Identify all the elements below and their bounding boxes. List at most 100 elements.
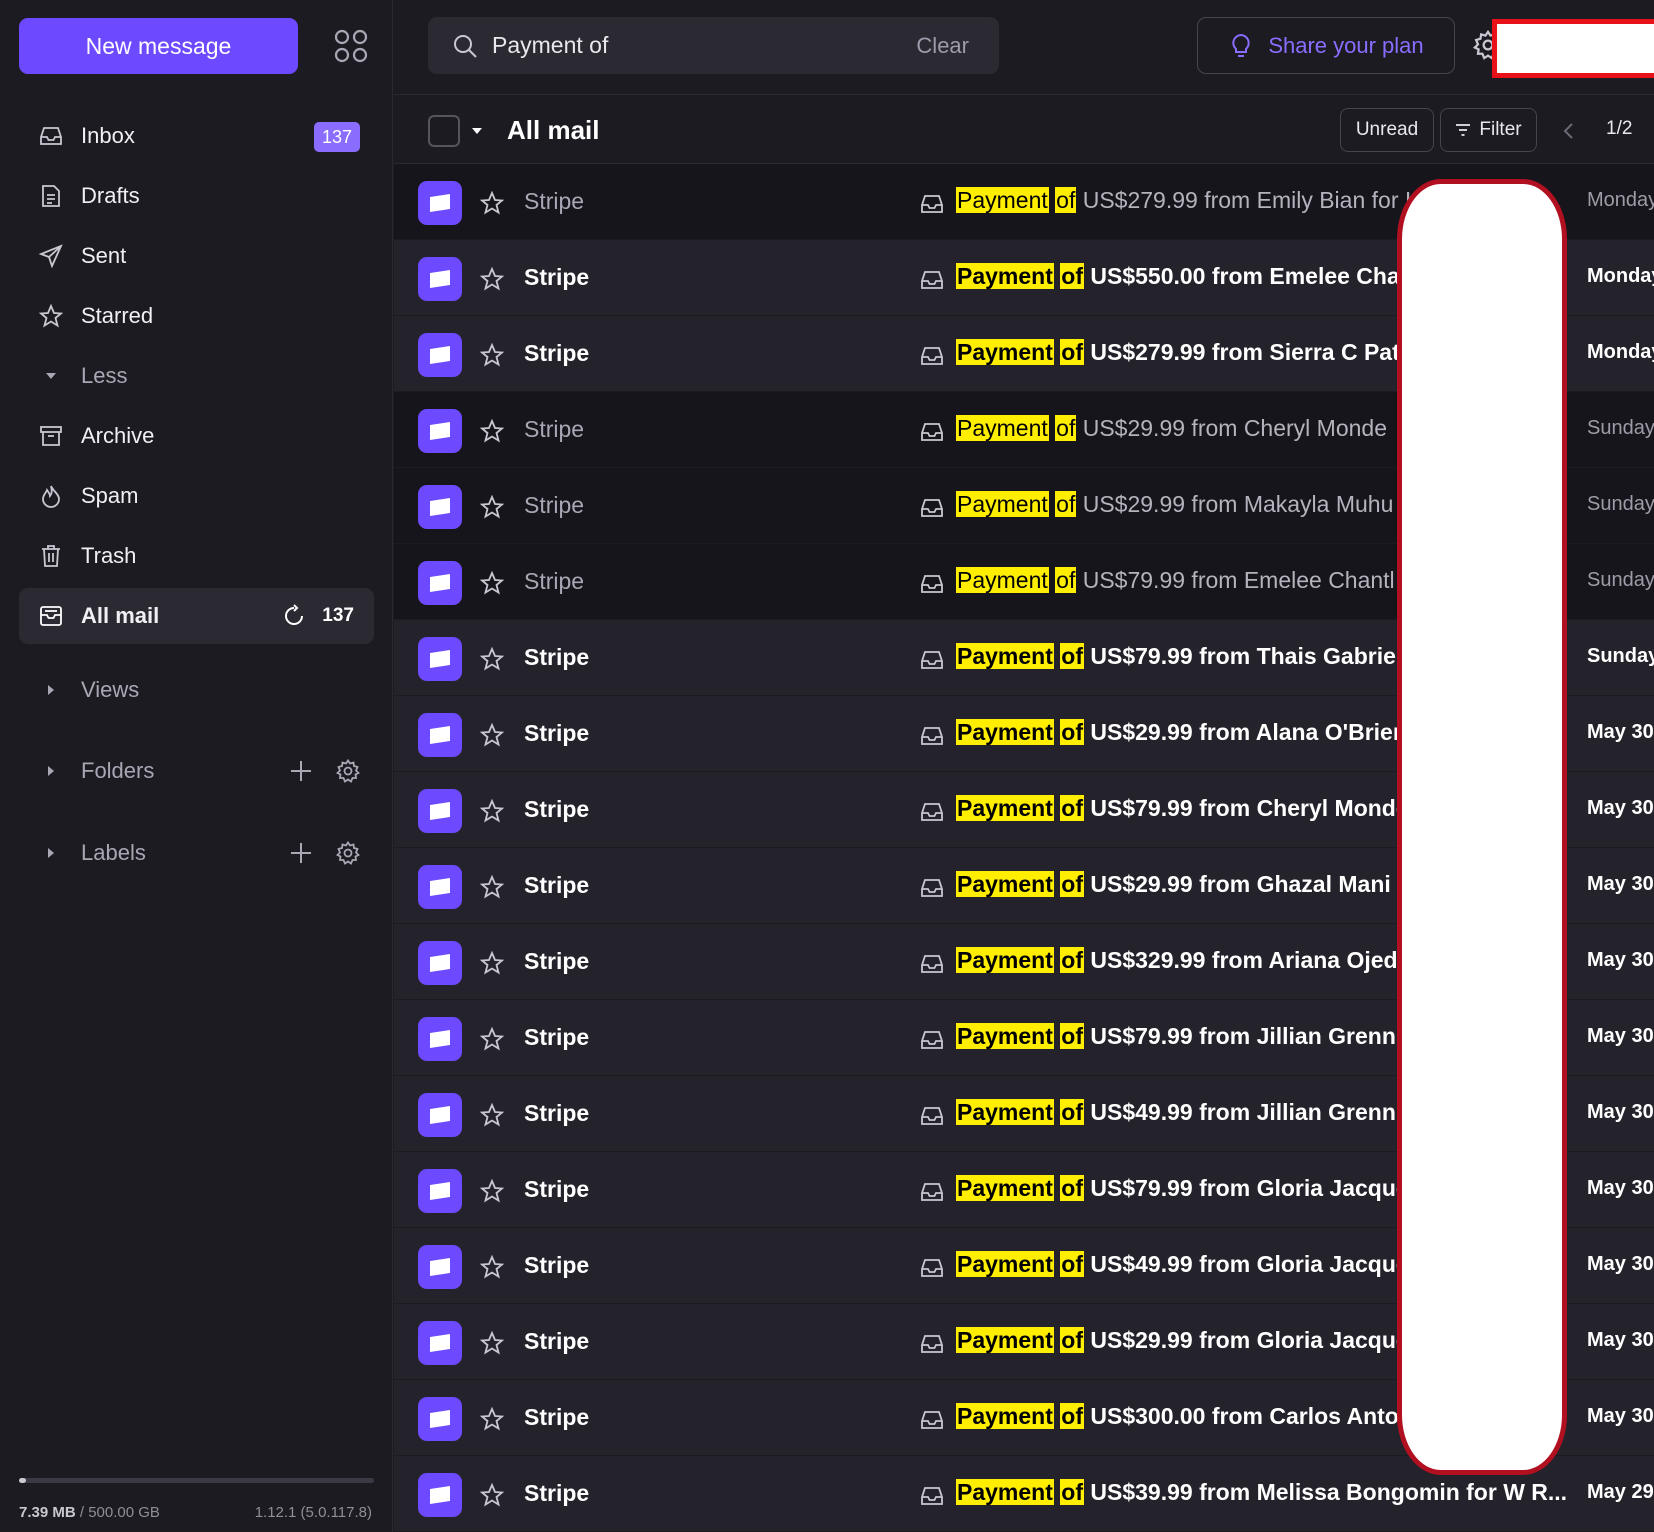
all-mail-count: 137	[322, 605, 354, 626]
list-toolbar: All mail Unread Filter 1/2	[394, 94, 1654, 164]
star-icon[interactable]	[480, 1103, 504, 1127]
app-version: 1.12.1 (5.0.117.8)	[254, 1504, 372, 1521]
all-mail-icon	[39, 604, 63, 628]
folder-settings-gear-icon[interactable]	[334, 757, 362, 785]
search-highlight: of	[1060, 1023, 1084, 1049]
star-icon[interactable]	[480, 1331, 504, 1355]
inbox-icon	[39, 124, 63, 148]
inbox-icon	[921, 347, 943, 365]
unread-filter-button[interactable]: Unread	[1340, 108, 1434, 152]
search-highlight: of	[1060, 1327, 1084, 1353]
star-icon[interactable]	[480, 723, 504, 747]
subject-text: US$29.99 from Ghazal Mani f	[1090, 871, 1405, 897]
inbox-icon	[921, 879, 943, 897]
star-icon[interactable]	[480, 419, 504, 443]
star-icon[interactable]	[480, 951, 504, 975]
add-label-icon[interactable]	[287, 839, 315, 867]
message-date: Sunday	[1587, 645, 1654, 667]
search-highlight: of	[1060, 871, 1084, 897]
message-date: May 30	[1587, 1329, 1654, 1351]
clear-search-button[interactable]: Clear	[916, 33, 969, 59]
search-highlight: of	[1060, 719, 1084, 745]
spam-icon	[39, 484, 63, 508]
inbox-icon	[921, 1107, 943, 1125]
new-message-button[interactable]: New message	[19, 18, 298, 74]
share-your-plan-button[interactable]: Share your plan	[1197, 17, 1455, 74]
search-highlight: of	[1060, 339, 1084, 365]
search-highlight: Payment	[956, 1175, 1054, 1201]
filter-label: Filter	[1479, 119, 1522, 140]
sidebar-item-sent[interactable]: Sent	[19, 228, 374, 284]
sidebar-item-archive[interactable]: Archive	[19, 408, 374, 464]
message-date: Sunday	[1587, 569, 1654, 591]
subject-text: US$279.99 from Emily Bian for I	[1082, 187, 1412, 213]
stripe-logo-icon	[430, 574, 450, 592]
sender-name: Stripe	[524, 568, 585, 594]
inbox-icon	[921, 727, 943, 745]
inbox-icon	[921, 1335, 943, 1353]
sidebar-item-inbox[interactable]: Inbox 137	[19, 108, 374, 164]
search-highlight: of	[1055, 491, 1077, 517]
message-date: May 30	[1587, 1101, 1654, 1123]
sender-avatar	[418, 257, 462, 301]
chevron-left-icon[interactable]	[1560, 121, 1578, 141]
sidebar-item-trash[interactable]: Trash	[19, 528, 374, 584]
sidebar-section-folders[interactable]: Folders	[19, 743, 374, 799]
star-icon[interactable]	[480, 1179, 504, 1203]
star-icon[interactable]	[480, 799, 504, 823]
caret-down-icon	[39, 364, 63, 388]
label-settings-gear-icon[interactable]	[334, 839, 362, 867]
add-folder-icon[interactable]	[287, 757, 315, 785]
star-icon[interactable]	[480, 647, 504, 671]
message-date: May 30	[1587, 1025, 1654, 1047]
search-highlight: of	[1060, 1175, 1084, 1201]
sender-avatar	[418, 865, 462, 909]
search-bar[interactable]: Payment of Clear	[428, 17, 999, 74]
caret-down-icon[interactable]	[469, 123, 485, 139]
star-icon[interactable]	[480, 1255, 504, 1279]
sidebar-section-views[interactable]: Views	[19, 662, 374, 718]
star-icon[interactable]	[480, 875, 504, 899]
sender-avatar	[418, 1321, 462, 1365]
sender-avatar	[418, 409, 462, 453]
sidebar-section-labels[interactable]: Labels	[19, 825, 374, 881]
search-highlight: of	[1060, 795, 1084, 821]
sidebar-item-all-mail[interactable]: All mail 137	[19, 588, 374, 644]
sidebar-item-label: Less	[81, 363, 128, 388]
star-icon[interactable]	[480, 571, 504, 595]
select-all-checkbox[interactable]	[428, 115, 460, 147]
apps-grid-icon[interactable]	[333, 28, 369, 64]
star-icon[interactable]	[480, 1027, 504, 1051]
sender-name: Stripe	[524, 948, 590, 974]
refresh-icon[interactable]	[282, 604, 306, 628]
star-icon[interactable]	[480, 267, 504, 291]
message-date: Monday	[1587, 189, 1654, 211]
message-date: May 30	[1587, 1253, 1654, 1275]
search-highlight: Payment	[956, 339, 1054, 365]
message-date: May 30	[1587, 1405, 1654, 1427]
sidebar-item-less[interactable]: Less	[19, 348, 374, 404]
search-highlight: of	[1060, 1479, 1084, 1505]
subject-text: US$39.99 from Melissa Bongomin for W R..…	[1090, 1479, 1568, 1505]
section-label: Folders	[81, 758, 155, 783]
sidebar-item-spam[interactable]: Spam	[19, 468, 374, 524]
star-icon[interactable]	[480, 343, 504, 367]
subject-text: US$29.99 from Gloria Jacque	[1090, 1327, 1409, 1353]
message-subject: Payment of US$39.99 from Melissa Bongomi…	[956, 1479, 1654, 1506]
star-icon[interactable]	[480, 191, 504, 215]
filter-button[interactable]: Filter	[1440, 108, 1537, 152]
star-icon[interactable]	[480, 495, 504, 519]
search-highlight: Payment	[956, 187, 1049, 213]
sidebar-item-drafts[interactable]: Drafts	[19, 168, 374, 224]
sidebar-item-starred[interactable]: Starred	[19, 288, 374, 344]
inbox-icon	[921, 1183, 943, 1201]
stripe-logo-icon	[430, 726, 450, 744]
star-icon[interactable]	[480, 1407, 504, 1431]
sidebar-item-label: Inbox	[81, 123, 135, 148]
search-highlight: Payment	[956, 643, 1054, 669]
sender-avatar	[418, 637, 462, 681]
message-date: May 30	[1587, 1177, 1654, 1199]
search-input[interactable]: Payment of	[492, 32, 916, 59]
search-highlight: Payment	[956, 719, 1054, 745]
star-icon[interactable]	[480, 1483, 504, 1507]
